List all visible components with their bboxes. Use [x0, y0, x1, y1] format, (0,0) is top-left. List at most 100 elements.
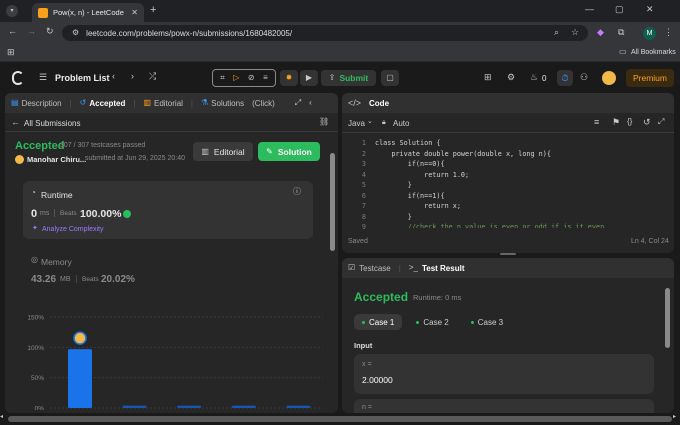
hide-icon[interactable]: ⊘: [248, 74, 255, 82]
tab-click[interactable]: (Click): [252, 99, 275, 108]
code-line[interactable]: return x;: [375, 201, 665, 212]
chevron-down-icon[interactable]: ⌄: [367, 118, 373, 125]
solution-button[interactable]: ✎ Solution: [258, 142, 320, 161]
submitter-name[interactable]: Manohar Chiru...: [27, 155, 86, 164]
divider: [5, 131, 338, 132]
fullscreen-icon[interactable]: ⤢: [658, 118, 664, 126]
problem-list-icon[interactable]: ☰: [39, 73, 47, 82]
tab-description[interactable]: Description: [22, 99, 62, 108]
browser-tab[interactable]: Pow(x, n) - LeetCode ✕: [32, 3, 144, 22]
profile-avatar[interactable]: M: [643, 27, 656, 40]
minimize-icon[interactable]: —: [585, 5, 594, 14]
new-tab-icon[interactable]: +: [150, 5, 156, 16]
extension-icon[interactable]: ◆: [597, 28, 604, 37]
resize-handle[interactable]: [500, 253, 516, 255]
code-header: </> Code: [342, 93, 674, 113]
all-submissions-link[interactable]: All Submissions: [24, 119, 80, 128]
close-tab-icon[interactable]: ✕: [131, 8, 138, 17]
maximize-icon[interactable]: ▢: [615, 5, 624, 14]
user-avatar[interactable]: [602, 71, 616, 85]
all-bookmarks-link[interactable]: All Bookmarks: [631, 49, 676, 56]
browser-menu-icon[interactable]: ⋮: [664, 28, 673, 37]
reset-icon[interactable]: ↺: [643, 118, 651, 127]
analyze-complexity-link[interactable]: Analyze Complexity: [42, 226, 103, 233]
case-tab[interactable]: Case 1: [354, 314, 403, 330]
forward-icon[interactable]: →: [27, 27, 36, 36]
distribution-bar[interactable]: [177, 405, 202, 408]
case-tabs: Case 1 Case 2 Case 3: [354, 314, 511, 330]
zoom-icon[interactable]: ⌕: [554, 28, 559, 37]
settings-sliders-icon[interactable]: ≡: [263, 74, 268, 82]
tab-test-result[interactable]: Test Result: [422, 264, 465, 273]
y-tick-label: 150%: [27, 315, 44, 322]
premium-button[interactable]: Premium: [626, 69, 674, 87]
shuffle-icon[interactable]: ⤮: [149, 72, 156, 81]
extensions-puzzle-icon[interactable]: ⧉: [618, 28, 624, 37]
left-scrollbar[interactable]: [330, 153, 335, 251]
code-editor[interactable]: class Solution { private double power(do…: [375, 138, 665, 228]
right-scrollbar[interactable]: [665, 288, 670, 348]
tab-editorial[interactable]: Editorial: [154, 99, 183, 108]
address-bar[interactable]: ⚙ leetcode.com/problems/powx-n/submissio…: [62, 25, 588, 41]
code-line[interactable]: //check the n value is even or odd if is…: [375, 222, 665, 228]
timer-button[interactable]: ⏱: [557, 70, 573, 86]
add-friend-icon[interactable]: ⚇: [580, 73, 588, 82]
prev-problem-icon[interactable]: ‹: [112, 72, 115, 81]
problem-list-link[interactable]: Problem List: [55, 73, 110, 83]
case-tab[interactable]: Case 3: [463, 314, 511, 330]
code-line[interactable]: private double power(double x, long n){: [375, 149, 665, 160]
reload-icon[interactable]: ↻: [46, 27, 54, 36]
leetcode-favicon-icon: [38, 7, 48, 18]
back-icon[interactable]: ←: [8, 27, 17, 36]
runtime-card[interactable]: ◔ Runtime ⓘ 0 ms Beats 100.00% ✦ Analyze…: [23, 181, 313, 239]
code-line[interactable]: return 1.0;: [375, 170, 665, 181]
code-line[interactable]: class Solution {: [375, 138, 665, 149]
code-line[interactable]: }: [375, 180, 665, 191]
streak-fire-icon[interactable]: ♨: [530, 73, 538, 82]
code-line[interactable]: if(n==1){: [375, 191, 665, 202]
tab-search-icon[interactable]: ▾: [6, 5, 18, 17]
case-tab-label: Case 2: [423, 317, 449, 327]
distribution-bar[interactable]: [122, 405, 147, 408]
bookmark-star-icon[interactable]: ☆: [571, 28, 579, 37]
collapse-panel-icon[interactable]: ‹: [309, 99, 312, 107]
run-button[interactable]: ▶: [300, 70, 318, 86]
maximize-panel-icon[interactable]: ⤢: [295, 99, 301, 107]
cursor-icon[interactable]: ▷: [233, 74, 239, 82]
page-horizontal-scrollbar[interactable]: [8, 416, 672, 422]
scroll-left-icon[interactable]: ◂: [0, 414, 3, 420]
distribution-bar[interactable]: [231, 405, 256, 408]
apps-grid-icon[interactable]: ⊞: [7, 48, 15, 57]
code-line[interactable]: if(n==0){: [375, 159, 665, 170]
scroll-right-icon[interactable]: ▸: [673, 414, 676, 420]
language-select[interactable]: Java: [348, 119, 365, 128]
streak-count: 0: [542, 74, 547, 83]
close-window-icon[interactable]: ✕: [646, 5, 654, 14]
info-icon[interactable]: ⓘ: [293, 188, 301, 196]
timer-icon: ⏱: [561, 72, 569, 83]
tab-solutions[interactable]: Solutions: [211, 99, 244, 108]
format-icon[interactable]: ≡: [594, 118, 599, 127]
distribution-bar[interactable]: [286, 405, 311, 408]
line-number: 7: [361, 202, 366, 210]
tab-accepted[interactable]: Accepted: [89, 99, 125, 108]
next-problem-icon[interactable]: ›: [131, 72, 134, 81]
tab-testcase[interactable]: Testcase: [359, 264, 391, 273]
notes-button[interactable]: ▢: [381, 70, 399, 86]
share-link-icon[interactable]: ⛓: [319, 118, 329, 126]
crop-icon[interactable]: ⌗: [220, 74, 225, 82]
site-info-icon[interactable]: ⚙: [72, 29, 79, 37]
case-tab[interactable]: Case 2: [408, 314, 456, 330]
bookmark-icon[interactable]: ⚑: [612, 118, 620, 127]
settings-gear-icon[interactable]: ⚙: [507, 73, 515, 82]
code-line[interactable]: }: [375, 212, 665, 223]
debug-button[interactable]: ✸: [280, 70, 298, 86]
editorial-button[interactable]: ▥ Editorial: [193, 142, 253, 161]
distribution-bar[interactable]: [68, 349, 92, 408]
auto-mode[interactable]: Auto: [393, 119, 409, 128]
submit-button[interactable]: ⇪ Submit: [321, 70, 376, 86]
braces-icon[interactable]: {}: [627, 118, 632, 126]
back-arrow-icon[interactable]: ←: [11, 118, 20, 127]
layout-grid-icon[interactable]: ⊞: [484, 73, 492, 82]
leetcode-logo-icon[interactable]: [12, 71, 24, 85]
